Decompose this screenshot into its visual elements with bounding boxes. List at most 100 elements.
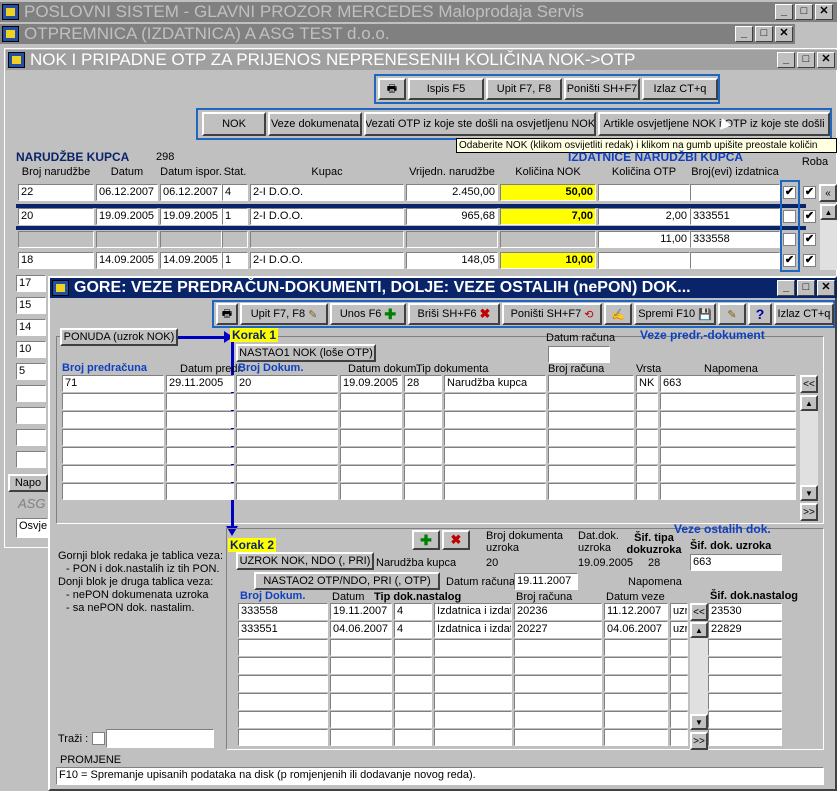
scroll-up-button[interactable]: ▲ bbox=[800, 395, 818, 411]
row-datum[interactable]: 14.09.2005 bbox=[96, 252, 158, 269]
roba-checkbox[interactable]: ✔ bbox=[803, 186, 816, 199]
empty-cell[interactable] bbox=[62, 411, 164, 428]
empty-cell[interactable] bbox=[548, 393, 634, 410]
empty-cell[interactable] bbox=[330, 675, 392, 692]
broj-racuna-cell[interactable]: 20236 bbox=[514, 603, 602, 620]
empty-cell[interactable] bbox=[660, 465, 796, 482]
empty-cell[interactable] bbox=[604, 693, 668, 710]
scroll-down-button[interactable]: ▼ bbox=[690, 714, 708, 730]
tip-code-cell[interactable]: 28 bbox=[404, 375, 442, 392]
empty-cell[interactable] bbox=[166, 429, 234, 446]
datum-predr-cell[interactable]: 29.11.2005 bbox=[166, 375, 234, 392]
empty-cell[interactable] bbox=[394, 675, 432, 692]
row-checkbox[interactable] bbox=[783, 233, 796, 246]
empty-cell[interactable] bbox=[434, 675, 512, 692]
tip-nastalog-cell[interactable]: Izdatnica i izdat bbox=[434, 621, 512, 638]
roba-checkbox[interactable]: ✔ bbox=[803, 210, 816, 223]
empty-cell[interactable] bbox=[444, 465, 546, 482]
first-record-button[interactable]: << bbox=[800, 375, 818, 393]
empty-cell[interactable] bbox=[670, 657, 688, 674]
last-record-button[interactable]: >> bbox=[800, 503, 818, 521]
empty-cell[interactable] bbox=[404, 411, 442, 428]
tip-code-cell[interactable]: 4 bbox=[394, 603, 432, 620]
empty-cell[interactable] bbox=[238, 675, 328, 692]
empty-cell[interactable] bbox=[238, 693, 328, 710]
empty-cell[interactable] bbox=[434, 693, 512, 710]
row-broj[interactable] bbox=[16, 429, 46, 446]
empty-cell[interactable] bbox=[670, 675, 688, 692]
empty-cell[interactable] bbox=[340, 411, 402, 428]
empty-cell[interactable] bbox=[330, 711, 392, 728]
row-vrijednost[interactable]: 965,68 bbox=[406, 208, 498, 225]
row-broj[interactable]: 20 bbox=[18, 208, 94, 225]
empty-cell[interactable] bbox=[636, 447, 658, 464]
empty-cell[interactable] bbox=[660, 393, 796, 410]
empty-cell[interactable] bbox=[514, 639, 602, 656]
ponisti-button[interactable]: Poništi SH+F7 ⟲ bbox=[502, 303, 602, 325]
datum-cell[interactable]: 04.06.2007 bbox=[330, 621, 392, 638]
empty-cell[interactable] bbox=[444, 393, 546, 410]
datum-dokum-cell[interactable]: 19.09.2005 bbox=[340, 375, 402, 392]
close-button[interactable]: ✕ bbox=[775, 26, 793, 42]
empty-cell[interactable] bbox=[514, 657, 602, 674]
empty-cell[interactable] bbox=[236, 465, 338, 482]
maximize-button[interactable]: □ bbox=[795, 4, 813, 20]
empty-cell[interactable] bbox=[166, 411, 234, 428]
broj-dokum-cell[interactable]: 333558 bbox=[238, 603, 328, 620]
row-kolicina-nok[interactable]: 50,00 bbox=[500, 184, 596, 201]
empty-cell[interactable] bbox=[62, 393, 164, 410]
empty-cell[interactable] bbox=[670, 693, 688, 710]
artikle-button[interactable]: Artikle osvjetljene NOK i OTP iz koje st… bbox=[598, 112, 830, 136]
empty-cell[interactable] bbox=[660, 483, 796, 500]
row-broj[interactable] bbox=[16, 407, 46, 424]
nok-button[interactable]: NOK bbox=[202, 112, 266, 136]
roba-checkbox[interactable]: ✔ bbox=[803, 233, 816, 246]
row-stat[interactable]: 1 bbox=[222, 208, 248, 225]
empty-cell[interactable] bbox=[670, 639, 688, 656]
empty-cell[interactable] bbox=[548, 411, 634, 428]
sif-uzroka-field[interactable]: 663 bbox=[690, 554, 782, 571]
empty-cell[interactable] bbox=[660, 411, 796, 428]
scroll-down-button[interactable]: ▼ bbox=[800, 485, 818, 501]
empty-cell[interactable] bbox=[236, 447, 338, 464]
row-kupac[interactable]: 2-I D.O.O. bbox=[250, 252, 404, 269]
row-ispor[interactable]: 06.12.2007 bbox=[160, 184, 222, 201]
roba-checkbox[interactable]: ✔ bbox=[803, 254, 816, 267]
edit-button[interactable]: ✍ bbox=[604, 303, 632, 325]
izlaz-button[interactable]: Izlaz CT+q bbox=[774, 303, 834, 325]
empty-cell[interactable] bbox=[604, 639, 668, 656]
help-button[interactable]: ? bbox=[748, 303, 772, 325]
row-broj[interactable] bbox=[16, 451, 46, 468]
datum-cell[interactable]: 19.11.2007 bbox=[330, 603, 392, 620]
minimize-button[interactable]: _ bbox=[777, 280, 795, 296]
ispis-button[interactable]: Ispis F5 bbox=[408, 78, 484, 100]
empty-cell[interactable] bbox=[708, 657, 782, 674]
scroll-up-button[interactable]: ▲ bbox=[820, 204, 837, 220]
empty-cell[interactable] bbox=[236, 429, 338, 446]
vrsta-cell[interactable]: NK bbox=[636, 375, 658, 392]
osvjezi-field[interactable]: Osvje bbox=[16, 518, 48, 538]
row-kolicina-nok[interactable]: 10,00 bbox=[500, 252, 596, 269]
empty-cell[interactable] bbox=[166, 465, 234, 482]
row-checkbox[interactable]: ✔ bbox=[783, 186, 796, 199]
napomena-cell[interactable]: 663 bbox=[660, 375, 796, 392]
pencil-button[interactable]: ✎ bbox=[718, 303, 746, 325]
empty-cell[interactable] bbox=[404, 447, 442, 464]
close-button[interactable]: ✕ bbox=[815, 4, 833, 20]
broj-dokum-cell[interactable]: 20 bbox=[236, 375, 338, 392]
empty-cell[interactable] bbox=[548, 483, 634, 500]
close-button[interactable]: ✕ bbox=[817, 52, 835, 68]
row-stat[interactable]: 4 bbox=[222, 184, 248, 201]
row-kolicina-otp[interactable]: 2,00 bbox=[598, 208, 690, 225]
brisi-button[interactable]: Briši SH+F6 ✖ bbox=[408, 303, 500, 325]
broj-racuna-cell[interactable] bbox=[548, 375, 634, 392]
napomena-cell[interactable]: uzr bbox=[670, 621, 688, 638]
first-record-button[interactable]: « bbox=[819, 184, 837, 202]
empty-cell[interactable] bbox=[238, 711, 328, 728]
empty-cell[interactable] bbox=[340, 447, 402, 464]
empty-cell[interactable] bbox=[330, 639, 392, 656]
scroll-up-button[interactable]: ▲ bbox=[690, 622, 708, 638]
empty-cell[interactable] bbox=[444, 447, 546, 464]
empty-cell[interactable] bbox=[514, 711, 602, 728]
row-kupac[interactable]: 2-I D.O.O. bbox=[250, 208, 404, 225]
